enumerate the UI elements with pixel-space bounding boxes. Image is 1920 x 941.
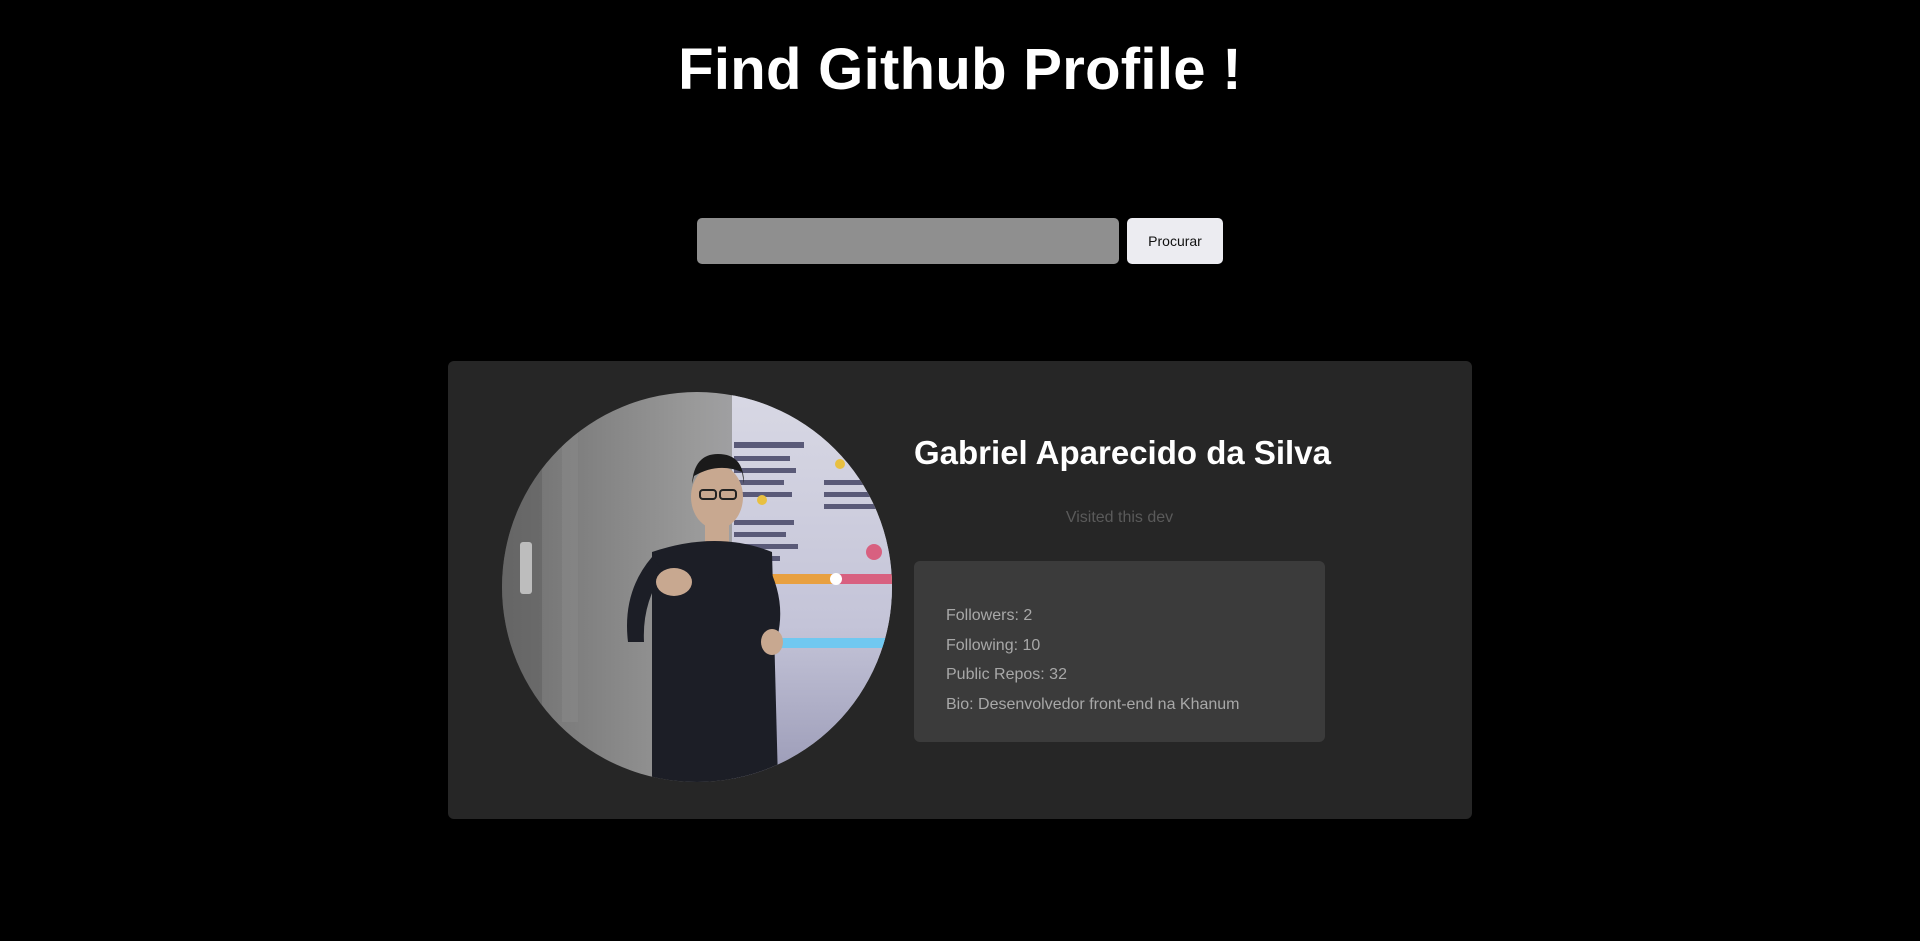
avatar-photo <box>502 392 892 782</box>
profile-name: Gabriel Aparecido da Silva <box>914 434 1331 471</box>
bio-text: Bio: Desenvolvedor front-end na Khanum <box>946 695 1240 713</box>
profile-card: Gabriel Aparecido da Silva Visited this … <box>448 361 1472 819</box>
following-count: Following: 10 <box>946 636 1041 654</box>
public-repos-count: Public Repos: 32 <box>946 666 1067 683</box>
avatar <box>502 392 892 782</box>
search-bar: Procurar <box>697 218 1223 264</box>
stats-box: Followers: 2 Following: 10 Public Repos:… <box>914 561 1325 742</box>
page-title: Find Github Profile ! <box>678 37 1242 102</box>
search-button[interactable]: Procurar <box>1127 218 1223 264</box>
search-input[interactable] <box>697 218 1119 264</box>
followers-count: Followers: 2 <box>946 607 1033 624</box>
visited-text: Visited this dev <box>1065 509 1174 526</box>
